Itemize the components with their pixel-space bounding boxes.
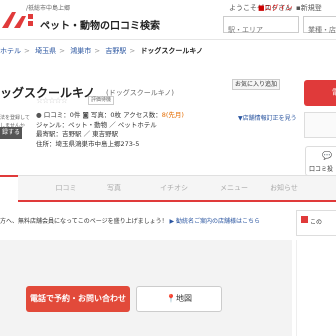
tab-photos[interactable]: 写真 [94, 176, 134, 203]
tab-top-active[interactable] [0, 175, 18, 202]
login-label: ログイン [264, 4, 293, 12]
side-action-box[interactable] [304, 112, 336, 138]
station-search-field[interactable] [223, 16, 299, 38]
area-label: /祇総市中島上郷 [26, 5, 71, 12]
comment-icon: ● [36, 111, 42, 119]
photo-count[interactable]: 写真：0枚 [91, 111, 121, 119]
star-icon: ☆ [60, 96, 68, 105]
rating-stars: ☆☆☆☆☆ [36, 96, 68, 105]
breadcrumb: ホテル > 埼玉県 > 鴻巣市 > 吉野駅 > ドッグスクールキノ [0, 46, 206, 56]
side-widget-title: この [310, 219, 323, 226]
shop-meta: ● 口コミ：0件 ◙ 写真：0枚 アクセス数：8(先月) ジャンル：ペット・動物… [36, 111, 184, 149]
person-icon: ■ [258, 4, 265, 12]
station-line: 最寄駅：吉野駅 ／ 東吉野駅 [36, 130, 119, 139]
breadcrumb-separator: > [24, 47, 30, 55]
review-count[interactable]: 口コミ：0件 [44, 111, 81, 119]
breadcrumb-separator: > [94, 47, 101, 55]
map-pin-icon: 📍 [166, 294, 176, 303]
owner-register-button[interactable]: 録する [0, 127, 22, 139]
access-count: 8(先月) [161, 111, 184, 119]
access-count-label: アクセス数： [123, 111, 162, 119]
report-info-link[interactable]: ▼店舗情報訂正を見う [238, 113, 297, 122]
tab-reviews[interactable]: 口コミ [46, 176, 86, 203]
site-title[interactable]: ペット・動物の口コミ検索 [40, 17, 160, 32]
register-label: 新規登 [300, 4, 322, 12]
notice-link[interactable]: ▶ 勧統名ご案内の店舗様はこちら [170, 218, 261, 225]
breadcrumb-item[interactable]: 埼玉県 [35, 47, 56, 55]
tab-menu[interactable]: メニュー [214, 176, 254, 203]
bookmark-icon [301, 216, 308, 223]
header-bar: /祇総市中島上郷 ペット・動物の口コミ検索 ようこそゲストさん ■ログイン ▪新… [0, 0, 336, 40]
breadcrumb-item[interactable]: 鴻巣市 [70, 47, 91, 55]
breadcrumb-current: ドッグスクールキノ [140, 47, 203, 55]
breadcrumb-item[interactable]: 吉野駅 [105, 47, 126, 55]
breadcrumb-separator: > [129, 47, 136, 55]
speech-bubble-icon: 💬 [322, 151, 332, 160]
breadcrumb-separator: > [59, 47, 65, 55]
notice-text: 方へ、無料店舗会員になってこのページを盛り上げましょう！ [0, 218, 168, 225]
shop-kana: (ドッグスクールキノ) [106, 89, 174, 97]
shop-tabs: 口コミ 写真 イチオシ メニュー お知らせ [0, 175, 336, 202]
owner-notice: 方へ、無料店舗会員になってこのページを盛り上げましょう！ ▶ 勧統名ご案内の店舗… [0, 214, 292, 230]
keyword-search-field[interactable] [303, 16, 336, 38]
meta-counts: ● 口コミ：0件 ◙ 写真：0枚 アクセス数：8(先月) [36, 111, 184, 121]
add-favorite-button[interactable]: お気に入り追加 [232, 79, 280, 90]
genre-line: ジャンル：ペット・動物 ／ ペットホテル [36, 120, 157, 129]
post-review-label: 口コミ投 [309, 166, 334, 173]
rating-status-badge: 評価待機 [88, 96, 114, 105]
register-link[interactable]: ▪新規登 [296, 3, 322, 13]
map-label: 地図 [175, 294, 192, 303]
address-line: 住所：埼玉県鴻巣市中島上郷273-5 [36, 139, 140, 148]
breadcrumb-item[interactable]: ホテル [0, 47, 21, 55]
owner-promo-line: 法を登録して [0, 115, 30, 121]
map-button[interactable]: 📍地図 [136, 286, 222, 312]
camera-icon: ◙ [82, 111, 89, 119]
login-link[interactable]: ■ログイン [258, 3, 293, 13]
tab-news[interactable]: お知らせ [264, 176, 304, 203]
tab-recommend[interactable]: イチオシ [154, 176, 194, 203]
right-column [296, 240, 336, 336]
call-reserve-button[interactable]: 電話で予約・お問い合わせ [26, 286, 130, 312]
station-search-input[interactable] [224, 22, 298, 38]
phone-cta-button[interactable]: 電 [304, 80, 336, 106]
keyword-search-input[interactable] [304, 22, 336, 38]
